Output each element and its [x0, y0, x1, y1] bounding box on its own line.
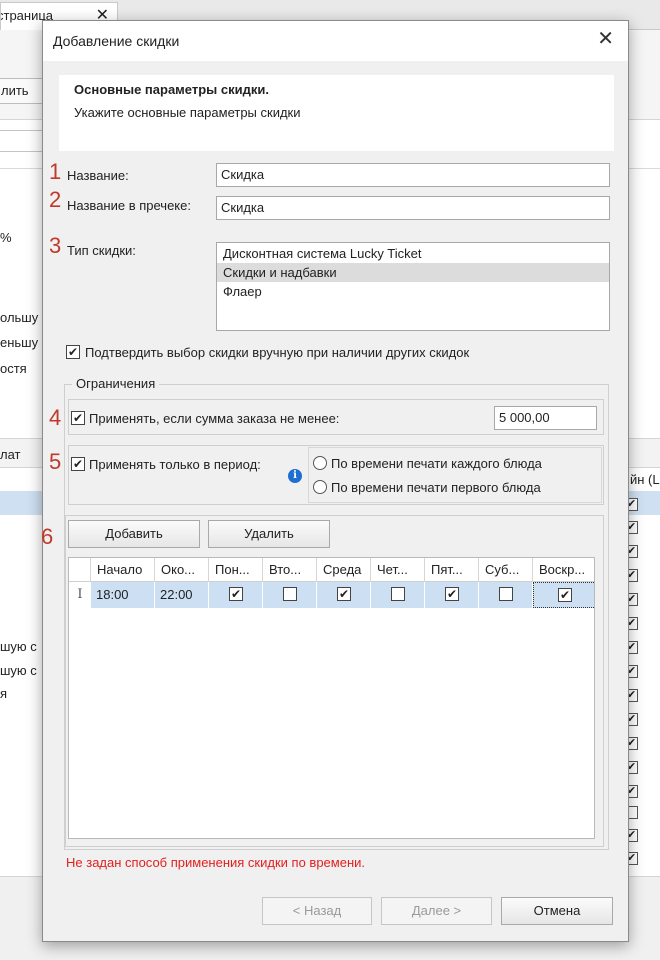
wizard-header-subtitle: Укажите основные параметры скидки: [74, 105, 301, 120]
table-row[interactable]: 18:00 22:00 ✔ ✔ ✔ ✔: [69, 582, 594, 608]
bg-grid-header-right: йн (L: [630, 472, 660, 487]
wizard-header: Основные параметры скидки. Укажите основ…: [59, 75, 614, 151]
marker-4: 4: [49, 405, 62, 430]
marker-3: 3: [49, 233, 62, 258]
marker-2: 2: [49, 187, 62, 212]
discount-type-option-selected[interactable]: Скидки и надбавки: [217, 263, 609, 282]
discount-type-option[interactable]: Флаер: [217, 282, 609, 301]
discount-type-option[interactable]: Дисконтная система Lucky Ticket: [217, 244, 609, 263]
period-label: Применять только в период:: [89, 457, 261, 472]
col-sunday[interactable]: Воскр...: [533, 558, 594, 582]
marker-6: 6: [41, 524, 54, 549]
period-checkbox[interactable]: ✔: [71, 457, 85, 471]
add-discount-dialog: Добавление скидки ✕ Основные параметры с…: [41, 20, 629, 942]
confirm-manually-checkbox[interactable]: ✔: [66, 345, 80, 359]
bg-text: шую с: [0, 663, 37, 678]
grid-corner: [69, 558, 91, 582]
time-periods-grid[interactable]: Начало Око... Пон... Вто... Среда Чет...…: [68, 557, 595, 839]
day-checkbox[interactable]: ✔: [229, 587, 243, 601]
radio-first-dish-label: По времени печати первого блюда: [331, 480, 541, 495]
bg-text: остя: [0, 361, 27, 376]
bg-text: ольшу: [0, 310, 39, 325]
add-period-button[interactable]: Добавить: [68, 520, 200, 548]
radio-each-dish[interactable]: [313, 456, 327, 470]
col-wednesday[interactable]: Среда: [317, 558, 371, 582]
day-checkbox[interactable]: ✔: [337, 587, 351, 601]
cell-thursday[interactable]: [371, 582, 425, 608]
day-checkbox[interactable]: ✔: [558, 588, 572, 602]
cell-tuesday[interactable]: [263, 582, 317, 608]
delete-period-button[interactable]: Удалить: [208, 520, 330, 548]
bg-grid-header-text: лат: [0, 447, 21, 462]
bg-text: я: [0, 686, 8, 701]
day-checkbox[interactable]: [391, 587, 405, 601]
cancel-button[interactable]: Отмена: [501, 897, 613, 925]
col-monday[interactable]: Пон...: [209, 558, 263, 582]
col-saturday[interactable]: Суб...: [479, 558, 533, 582]
col-end[interactable]: Око...: [155, 558, 209, 582]
discount-type-label: Тип скидки:: [67, 243, 136, 258]
grid-header: Начало Око... Пон... Вто... Среда Чет...…: [69, 558, 594, 582]
cell-monday[interactable]: ✔: [209, 582, 263, 608]
bg-selected-row: [0, 491, 42, 515]
radio-first-dish[interactable]: [313, 480, 327, 494]
day-checkbox[interactable]: [283, 587, 297, 601]
min-sum-checkbox[interactable]: ✔: [71, 411, 85, 425]
name-label: Название:: [67, 168, 129, 183]
bg-text: шую с: [0, 639, 37, 654]
confirm-manually-label: Подтвердить выбор скидки вручную при нал…: [85, 345, 470, 360]
col-tuesday[interactable]: Вто...: [263, 558, 317, 582]
min-sum-label: Применять, если сумма заказа не менее:: [89, 411, 340, 426]
day-checkbox[interactable]: [499, 587, 513, 601]
col-friday[interactable]: Пят...: [425, 558, 479, 582]
info-icon[interactable]: i: [288, 469, 302, 483]
receipt-name-label: Название в пречеке:: [67, 198, 191, 213]
cell-sunday[interactable]: ✔: [533, 582, 594, 608]
cell-saturday[interactable]: [479, 582, 533, 608]
validation-error: Не задан способ применения скидки по вре…: [66, 855, 365, 870]
close-icon[interactable]: ✕: [597, 29, 614, 49]
dialog-titlebar: Добавление скидки ✕: [43, 21, 628, 61]
col-start[interactable]: Начало: [91, 558, 155, 582]
cell-start[interactable]: 18:00: [91, 582, 155, 608]
bg-text: еньшу: [0, 335, 39, 350]
bg-text: %: [0, 230, 12, 245]
marker-1: 1: [49, 159, 62, 184]
discount-type-list[interactable]: Дисконтная система Lucky Ticket Скидки и…: [216, 242, 610, 331]
cell-end[interactable]: 22:00: [155, 582, 209, 608]
receipt-name-input[interactable]: Скидка: [216, 196, 610, 220]
back-button[interactable]: < Назад: [262, 897, 372, 925]
min-sum-input[interactable]: 5 000,00: [494, 406, 597, 430]
next-button[interactable]: Далее >: [381, 897, 492, 925]
bg-input[interactable]: [0, 130, 46, 152]
wizard-header-title: Основные параметры скидки.: [74, 82, 269, 97]
restrictions-title: Ограничения: [72, 376, 160, 391]
day-checkbox[interactable]: ✔: [445, 587, 459, 601]
cell-wednesday[interactable]: ✔: [317, 582, 371, 608]
name-input[interactable]: Скидка: [216, 163, 610, 187]
cell-friday[interactable]: ✔: [425, 582, 479, 608]
col-thursday[interactable]: Чет...: [371, 558, 425, 582]
marker-5: 5: [49, 449, 62, 474]
radio-each-dish-label: По времени печати каждого блюда: [331, 456, 542, 471]
dialog-title: Добавление скидки: [53, 33, 180, 49]
